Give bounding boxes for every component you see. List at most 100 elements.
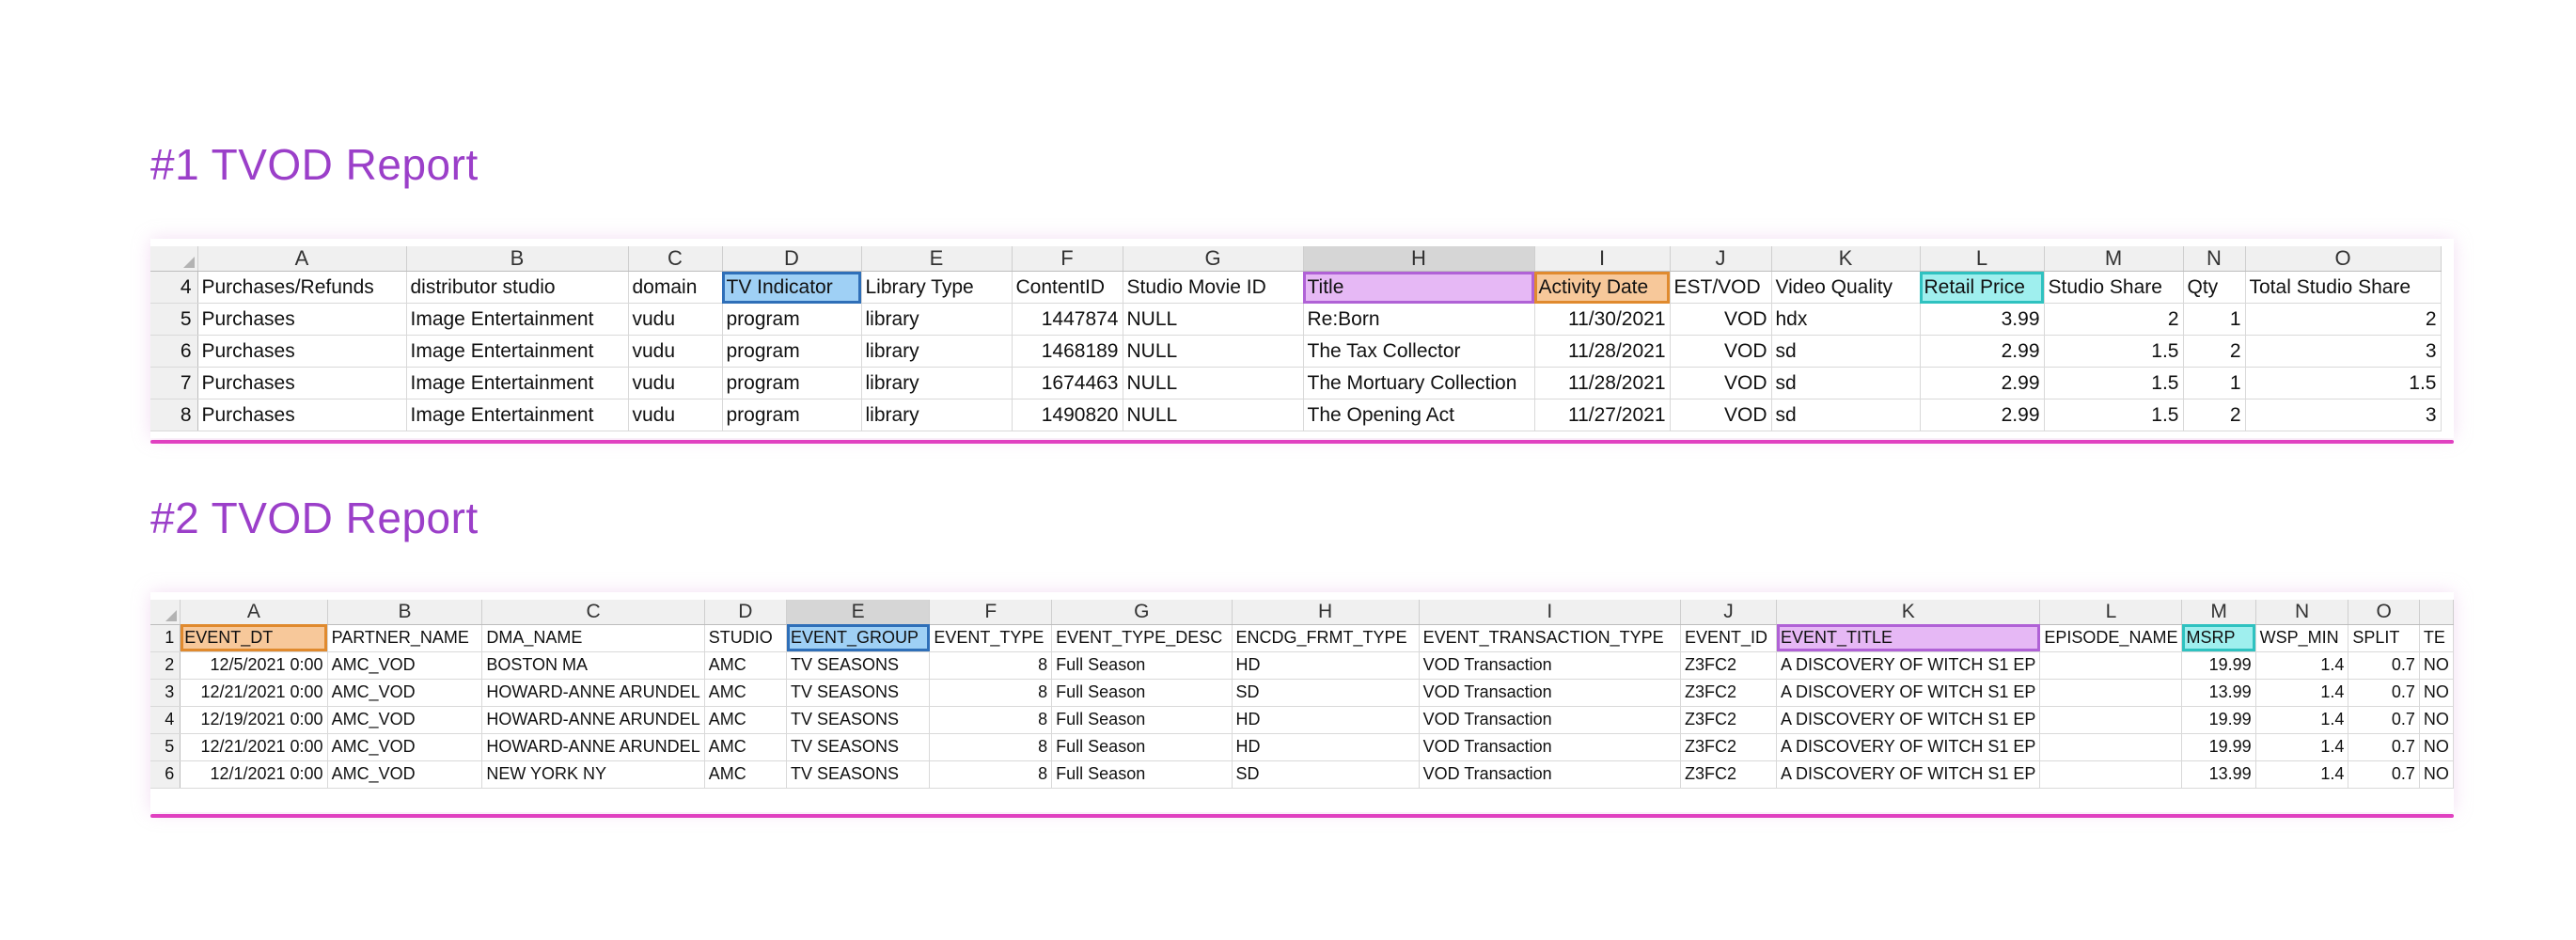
- column-header-b[interactable]: B: [406, 246, 629, 272]
- cell[interactable]: NO: [2419, 733, 2455, 761]
- cell[interactable]: Z3FC2: [1680, 706, 1777, 734]
- cell[interactable]: 13.99: [2181, 679, 2256, 707]
- field-header-episode-name[interactable]: EPISODE_NAME: [2039, 624, 2183, 652]
- row-number[interactable]: 5: [150, 303, 198, 336]
- cell[interactable]: 12/19/2021 0:00: [180, 706, 328, 734]
- column-header-f[interactable]: F: [1012, 246, 1123, 272]
- cell[interactable]: 12/21/2021 0:00: [180, 733, 328, 761]
- cell[interactable]: 2: [2245, 303, 2442, 336]
- cell[interactable]: Full Season: [1051, 679, 1233, 707]
- cell[interactable]: 1.4: [2255, 733, 2349, 761]
- cell[interactable]: VOD: [1670, 335, 1772, 368]
- cell[interactable]: [2039, 706, 2183, 734]
- cell[interactable]: Z3FC2: [1680, 760, 1777, 789]
- cell[interactable]: [2039, 760, 2183, 789]
- column-header-c[interactable]: C: [481, 600, 705, 625]
- cell[interactable]: AMC: [704, 760, 788, 789]
- cell[interactable]: A DISCOVERY OF WITCH S1 EP: [1776, 760, 2041, 789]
- cell[interactable]: Image Entertainment: [406, 303, 629, 336]
- field-header-title[interactable]: Title: [1303, 271, 1535, 304]
- column-header-m[interactable]: M: [2181, 600, 2256, 625]
- cell[interactable]: sd: [1771, 399, 1921, 431]
- cell[interactable]: [2039, 651, 2183, 680]
- cell[interactable]: HOWARD-ANNE ARUNDEL: [481, 733, 705, 761]
- cell[interactable]: AMC_VOD: [327, 760, 483, 789]
- column-header-extra[interactable]: [2419, 600, 2455, 625]
- cell[interactable]: Image Entertainment: [406, 335, 629, 368]
- cell[interactable]: NO: [2419, 679, 2455, 707]
- cell[interactable]: 8: [929, 651, 1053, 680]
- field-header-activity-date[interactable]: Activity Date: [1534, 271, 1671, 304]
- column-header-e[interactable]: E: [786, 600, 931, 625]
- cell[interactable]: Full Season: [1051, 733, 1233, 761]
- cell[interactable]: VOD Transaction: [1419, 679, 1682, 707]
- cell[interactable]: SD: [1232, 760, 1420, 789]
- cell[interactable]: TV SEASONS: [786, 651, 931, 680]
- row-number[interactable]: 6: [150, 335, 198, 368]
- field-header-event-type[interactable]: EVENT_TYPE: [929, 624, 1053, 652]
- field-header-retail-price[interactable]: Retail Price: [1920, 271, 2045, 304]
- column-header-i[interactable]: I: [1419, 600, 1682, 625]
- cell[interactable]: HD: [1232, 651, 1420, 680]
- cell[interactable]: NO: [2419, 651, 2455, 680]
- cell[interactable]: 1468189: [1012, 335, 1123, 368]
- column-header-k[interactable]: K: [1776, 600, 2041, 625]
- cell[interactable]: library: [861, 399, 1013, 431]
- cell[interactable]: VOD Transaction: [1419, 760, 1682, 789]
- field-header-wsp-min[interactable]: WSP_MIN: [2255, 624, 2349, 652]
- cell[interactable]: TV SEASONS: [786, 760, 931, 789]
- field-header-event-group[interactable]: EVENT_GROUP: [786, 624, 931, 652]
- cell[interactable]: Re:Born: [1303, 303, 1535, 336]
- field-header-total-studio-share[interactable]: Total Studio Share: [2245, 271, 2442, 304]
- cell[interactable]: Full Season: [1051, 651, 1233, 680]
- column-header-d[interactable]: D: [722, 246, 862, 272]
- cell[interactable]: NULL: [1123, 367, 1304, 400]
- column-header-l[interactable]: L: [1920, 246, 2045, 272]
- cell[interactable]: 2.99: [1920, 367, 2045, 400]
- cell[interactable]: library: [861, 303, 1013, 336]
- cell[interactable]: 19.99: [2181, 706, 2256, 734]
- cell[interactable]: 1447874: [1012, 303, 1123, 336]
- row-number[interactable]: 8: [150, 399, 198, 431]
- cell[interactable]: 8: [929, 706, 1053, 734]
- column-header-o[interactable]: O: [2348, 600, 2420, 625]
- cell[interactable]: library: [861, 367, 1013, 400]
- row-number[interactable]: 3: [150, 679, 181, 707]
- cell[interactable]: A DISCOVERY OF WITCH S1 EP: [1776, 679, 2041, 707]
- cell[interactable]: HOWARD-ANNE ARUNDEL: [481, 679, 705, 707]
- cell[interactable]: 2: [2183, 335, 2246, 368]
- column-header-g[interactable]: G: [1123, 246, 1304, 272]
- cell[interactable]: 2: [2044, 303, 2184, 336]
- cell[interactable]: AMC_VOD: [327, 706, 483, 734]
- column-header-d[interactable]: D: [704, 600, 788, 625]
- cell[interactable]: VOD Transaction: [1419, 706, 1682, 734]
- row-number[interactable]: 4: [150, 706, 181, 734]
- cell[interactable]: 0.7: [2348, 760, 2420, 789]
- column-header-b[interactable]: B: [327, 600, 483, 625]
- cell[interactable]: vudu: [628, 367, 723, 400]
- cell[interactable]: AMC_VOD: [327, 679, 483, 707]
- cell[interactable]: A DISCOVERY OF WITCH S1 EP: [1776, 651, 2041, 680]
- cell[interactable]: VOD: [1670, 303, 1772, 336]
- cell[interactable]: SD: [1232, 679, 1420, 707]
- field-header-contentid[interactable]: ContentID: [1012, 271, 1123, 304]
- cell[interactable]: program: [722, 303, 862, 336]
- cell[interactable]: VOD: [1670, 367, 1772, 400]
- cell[interactable]: 1: [2183, 303, 2246, 336]
- cell[interactable]: 3: [2245, 399, 2442, 431]
- cell[interactable]: TV SEASONS: [786, 679, 931, 707]
- select-all-corner[interactable]: [150, 246, 198, 272]
- row-number[interactable]: 5: [150, 733, 181, 761]
- field-header-studio[interactable]: STUDIO: [704, 624, 788, 652]
- field-header-qty[interactable]: Qty: [2183, 271, 2246, 304]
- cell[interactable]: program: [722, 335, 862, 368]
- cell[interactable]: TV SEASONS: [786, 706, 931, 734]
- field-header-studio-share[interactable]: Studio Share: [2044, 271, 2184, 304]
- cell[interactable]: 2: [2183, 399, 2246, 431]
- cell[interactable]: AMC_VOD: [327, 733, 483, 761]
- cell[interactable]: library: [861, 335, 1013, 368]
- cell[interactable]: 1.5: [2044, 399, 2184, 431]
- cell[interactable]: AMC: [704, 679, 788, 707]
- column-header-n[interactable]: N: [2255, 600, 2349, 625]
- cell[interactable]: HOWARD-ANNE ARUNDEL: [481, 706, 705, 734]
